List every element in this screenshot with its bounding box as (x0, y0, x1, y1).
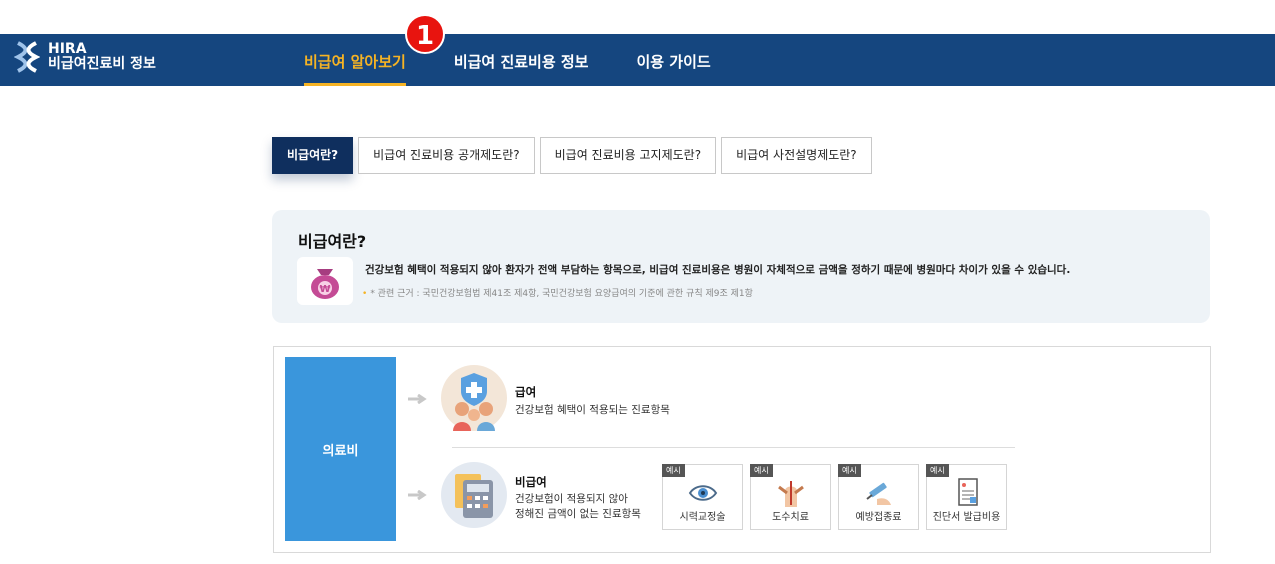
diagram-divider (452, 447, 1015, 448)
covered-family-icon (441, 365, 507, 431)
logo-line2: 비급여진료비 정보 (48, 56, 156, 72)
site-header: HIRA 비급여진료비 정보 비급여 알아보기 비급여 진료비용 정보 이용 가… (0, 34, 1275, 86)
manual-therapy-icon (778, 481, 804, 507)
example-card-vaccination: 예시 예방접종료 (838, 464, 919, 530)
covered-desc: 건강보험 혜택이 적용되는 진료항목 (515, 404, 670, 416)
syringe-icon (866, 482, 891, 505)
example-card-certificate: 예시 진단서 발급비용 (926, 464, 1007, 530)
nav-item-about-noncovered[interactable]: 비급여 알아보기 (304, 34, 406, 86)
tab-cost-disclosure[interactable]: 비급여 진료비용 공개제도란? (358, 137, 535, 174)
example-tag: 예시 (926, 464, 949, 477)
covered-title: 급여 (515, 385, 537, 399)
nav-item-guide[interactable]: 이용 가이드 (636, 34, 710, 86)
tab-cost-notice[interactable]: 비급여 진료비용 고지제도란? (539, 137, 717, 174)
noncovered-title: 비급여 (515, 475, 547, 489)
arrow-right-icon (408, 394, 427, 404)
definition-text: 건강보험 혜택이 적용되지 않아 환자가 전액 부담하는 항목으로, 비급여 진… (365, 264, 1071, 276)
tab-prior-explanation[interactable]: 비급여 사전설명제도란? (721, 137, 872, 174)
example-tag: 예시 (750, 464, 773, 477)
tab-what-is-noncovered[interactable]: 비급여란? (272, 137, 354, 174)
example-label: 예방접종료 (855, 512, 902, 523)
money-bag-icon: ₩ (297, 257, 353, 305)
svg-text:₩: ₩ (319, 284, 330, 295)
medical-cost-box: 의료비 (285, 357, 396, 541)
eye-icon (688, 485, 718, 501)
logo-line1: HIRA (48, 41, 87, 57)
arrow-right-icon (408, 490, 427, 500)
example-tag: 예시 (662, 464, 685, 477)
example-label: 진단서 발급비용 (932, 512, 1001, 523)
example-card-manual-therapy: 예시 도수치료 (750, 464, 831, 530)
nav-item-cost-info[interactable]: 비급여 진료비용 정보 (454, 34, 589, 86)
definition-box: 비급여란? ₩ 건강보험 혜택이 적용되지 않아 환자가 전액 부담하는 항목으… (272, 210, 1210, 323)
step-number-badge: 1 (405, 14, 445, 54)
example-label: 시력교정술 (679, 512, 726, 523)
main-nav: 비급여 알아보기 비급여 진료비용 정보 이용 가이드 (304, 34, 759, 86)
example-label: 도수치료 (772, 512, 809, 523)
example-card-vision-surgery: 예시 시력교정술 (662, 464, 743, 530)
noncovered-desc: 건강보험이 적용되지 않아 정해진 금액이 없는 진료항목 (515, 493, 641, 520)
definition-title: 비급여란? (298, 232, 367, 251)
hira-logo-icon (14, 41, 40, 73)
legal-basis-note: • * 관련 근거 : 국민건강보험법 제41조 제4항, 국민건강보험 요양급여… (362, 289, 753, 299)
example-tag: 예시 (838, 464, 861, 477)
site-logo[interactable]: HIRA 비급여진료비 정보 (14, 40, 156, 74)
certificate-icon (958, 478, 978, 506)
subtab-bar: 비급여란? 비급여 진료비용 공개제도란? 비급여 진료비용 고지제도란? 비급… (272, 137, 872, 174)
top-strip (0, 0, 1275, 34)
medical-cost-diagram: 의료비 급여 건강보험 혜택이 적용되는 진료항목 비급여 건강보험이 적용되지… (273, 346, 1211, 553)
calculator-bill-icon (441, 462, 507, 528)
